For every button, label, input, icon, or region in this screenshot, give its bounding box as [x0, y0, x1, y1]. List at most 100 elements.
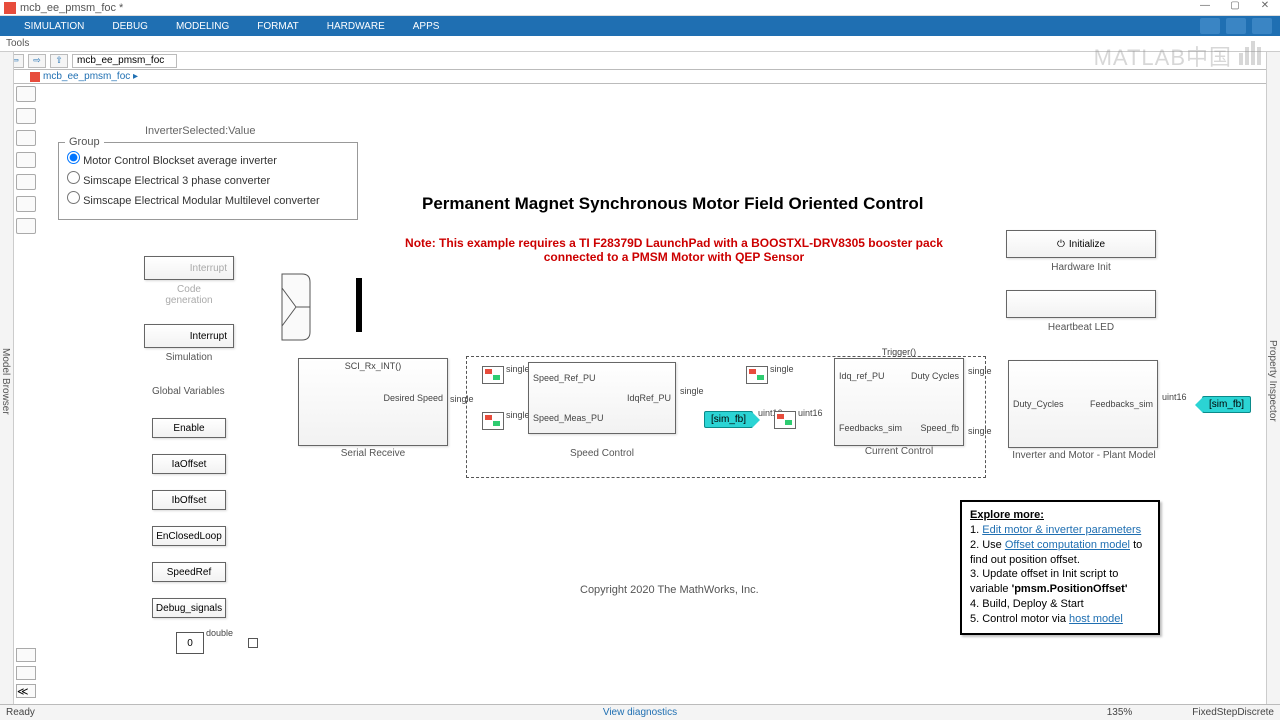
current-control-caption: Current Control	[834, 446, 964, 457]
solver-label[interactable]: FixedStepDiscrete	[1192, 707, 1274, 718]
palette-image-button[interactable]	[16, 196, 36, 212]
tab-apps[interactable]: APPS	[399, 16, 454, 36]
maximize-button[interactable]: ▢	[1220, 0, 1250, 16]
palette-b2[interactable]	[16, 666, 36, 680]
rate-transition-2[interactable]	[482, 412, 504, 430]
nav-up-button[interactable]: ⇧	[50, 54, 68, 68]
simfb-from-tag[interactable]: [sim_fb]	[704, 411, 753, 428]
heartbeat-block[interactable]	[1006, 290, 1156, 318]
radio-opt-2[interactable]: Simscape Electrical Modular Multilevel c…	[67, 189, 349, 209]
global-enable[interactable]: Enable	[152, 418, 226, 438]
canvas-palette	[16, 86, 40, 234]
palette-fit-button[interactable]	[16, 130, 36, 146]
global-debug[interactable]: Debug_signals	[152, 598, 226, 618]
property-inspector-strip[interactable]: Property Inspector	[1266, 52, 1280, 706]
requirements-note: Note: This example requires a TI F28379D…	[384, 236, 964, 264]
tab-format[interactable]: FORMAT	[243, 16, 312, 36]
speed-control-caption: Speed Control	[528, 448, 676, 459]
palette-hide-button[interactable]	[16, 86, 36, 102]
simfb-goto-tag[interactable]: [sim_fb]	[1202, 396, 1251, 413]
sig-single-2: single	[506, 364, 530, 374]
sig-single-5: single	[770, 364, 794, 374]
link-edit-params[interactable]: Edit motor & inverter parameters	[982, 524, 1141, 536]
explore-more-note: Explore more: 1. Edit motor & inverter p…	[960, 500, 1160, 635]
interrupt-sim-block[interactable]: Interrupt	[144, 324, 234, 348]
canvas-bottom-palette: ≪	[16, 648, 36, 698]
plant-caption: Inverter and Motor - Plant Model	[994, 450, 1174, 461]
view-diagnostics-link[interactable]: View diagnostics	[603, 707, 677, 718]
tab-hardware[interactable]: HARDWARE	[313, 16, 399, 36]
sig-single-4: single	[680, 386, 704, 396]
group-legend: Group	[65, 136, 104, 148]
double-label: double	[206, 628, 233, 638]
rate-transition-4[interactable]	[746, 366, 768, 384]
variant-group-panel[interactable]: InverterSelected:Value Group Motor Contr…	[58, 142, 358, 220]
variant-switch-block[interactable]	[280, 272, 312, 342]
toolstrip: SIMULATION DEBUG MODELING FORMAT HARDWAR…	[0, 16, 1280, 36]
window-titlebar: mcb_ee_pmsm_foc * — ▢ ✕	[0, 0, 1280, 16]
app-icon	[4, 2, 16, 14]
palette-zoom100-button[interactable]	[16, 152, 36, 168]
model-canvas[interactable]: InverterSelected:Value Group Motor Contr…	[44, 86, 1264, 698]
palette-collapse[interactable]: ≪	[16, 684, 36, 698]
sig-single-6: single	[968, 366, 992, 376]
tab-modeling[interactable]: MODELING	[162, 16, 243, 36]
model-browser-strip[interactable]: Model Browser	[0, 52, 14, 706]
model-icon	[30, 72, 40, 82]
minimize-button[interactable]: —	[1190, 0, 1220, 16]
rate-transition-1[interactable]	[482, 366, 504, 384]
hardware-init-caption: Hardware Init	[1006, 262, 1156, 273]
interrupt-codegen-caption: Code generation	[154, 284, 224, 306]
status-ready: Ready	[6, 707, 35, 718]
link-offset-model[interactable]: Offset computation model	[1005, 539, 1130, 551]
serial-receive-block[interactable]: Desired Speed SCI_Rx_INT()	[298, 358, 448, 446]
power-icon: ⏻	[1057, 239, 1065, 250]
current-control-block[interactable]: Trigger() Idq_ref_PU Feedbacks_sim Duty …	[834, 358, 964, 446]
constant-0-block[interactable]: 0	[176, 632, 204, 654]
globals-title: Global Variables	[152, 386, 225, 397]
nav-fwd-button[interactable]: ⇨	[28, 54, 46, 68]
model-title: Permanent Magnet Synchronous Motor Field…	[422, 194, 924, 214]
zoom-level[interactable]: 135%	[1107, 707, 1133, 718]
global-iboffset[interactable]: IbOffset	[152, 490, 226, 510]
tab-debug[interactable]: DEBUG	[98, 16, 162, 36]
palette-comment-button[interactable]	[16, 218, 36, 234]
mux-block[interactable]	[356, 278, 362, 332]
speed-control-block[interactable]: Speed_Ref_PU Speed_Meas_PU IdqRef_PU	[528, 362, 676, 434]
palette-annotate-button[interactable]	[16, 174, 36, 190]
quick-access-2[interactable]	[1226, 18, 1246, 34]
hardware-init-block[interactable]: ⏻ Initialize	[1006, 230, 1156, 258]
copyright-text: Copyright 2020 The MathWorks, Inc.	[580, 584, 759, 596]
plant-block[interactable]: Duty_Cycles Feedbacks_sim	[1008, 360, 1158, 448]
sig-single-1: single	[450, 394, 474, 404]
sig-single-3: single	[506, 410, 530, 420]
note-head: Explore more:	[970, 508, 1150, 523]
terminator-block[interactable]	[248, 638, 258, 648]
tools-row: Tools	[0, 36, 1280, 52]
palette-b1[interactable]	[16, 648, 36, 662]
heartbeat-caption: Heartbeat LED	[1006, 322, 1156, 333]
global-iaoffset[interactable]: IaOffset	[152, 454, 226, 474]
model-name[interactable]: mcb_ee_pmsm_foc	[43, 71, 130, 82]
quick-access-1[interactable]	[1200, 18, 1220, 34]
palette-zoom-button[interactable]	[16, 108, 36, 124]
global-speedref[interactable]: SpeedRef	[152, 562, 226, 582]
radio-opt-0[interactable]: Motor Control Blockset average inverter	[67, 149, 349, 169]
help-button[interactable]	[1252, 18, 1272, 34]
serial-receive-caption: Serial Receive	[298, 448, 448, 459]
tab-simulation[interactable]: SIMULATION	[10, 16, 98, 36]
interrupt-codegen-block[interactable]: Interrupt	[144, 256, 234, 280]
explorer-bar: ⇦ ⇨ ⇧ mcb_ee_pmsm_foc	[0, 52, 1280, 70]
window-title: mcb_ee_pmsm_foc *	[20, 2, 123, 14]
radio-opt-1[interactable]: Simscape Electrical 3 phase converter	[67, 169, 349, 189]
close-button[interactable]: ✕	[1250, 0, 1280, 16]
model-tab-bar: mcb_ee_pmsm_foc ▸ ▾	[0, 70, 1280, 84]
link-host-model[interactable]: host model	[1069, 613, 1123, 625]
sig-uint16-3: uint16	[1162, 392, 1187, 402]
interrupt-sim-caption: Simulation	[164, 352, 214, 363]
global-enclosedloop[interactable]: EnClosedLoop	[152, 526, 226, 546]
rate-transition-3[interactable]	[774, 411, 796, 429]
sig-uint16-2: uint16	[798, 408, 823, 418]
variant-header: InverterSelected:Value	[145, 125, 255, 137]
breadcrumb-path[interactable]: mcb_ee_pmsm_foc	[72, 54, 177, 68]
